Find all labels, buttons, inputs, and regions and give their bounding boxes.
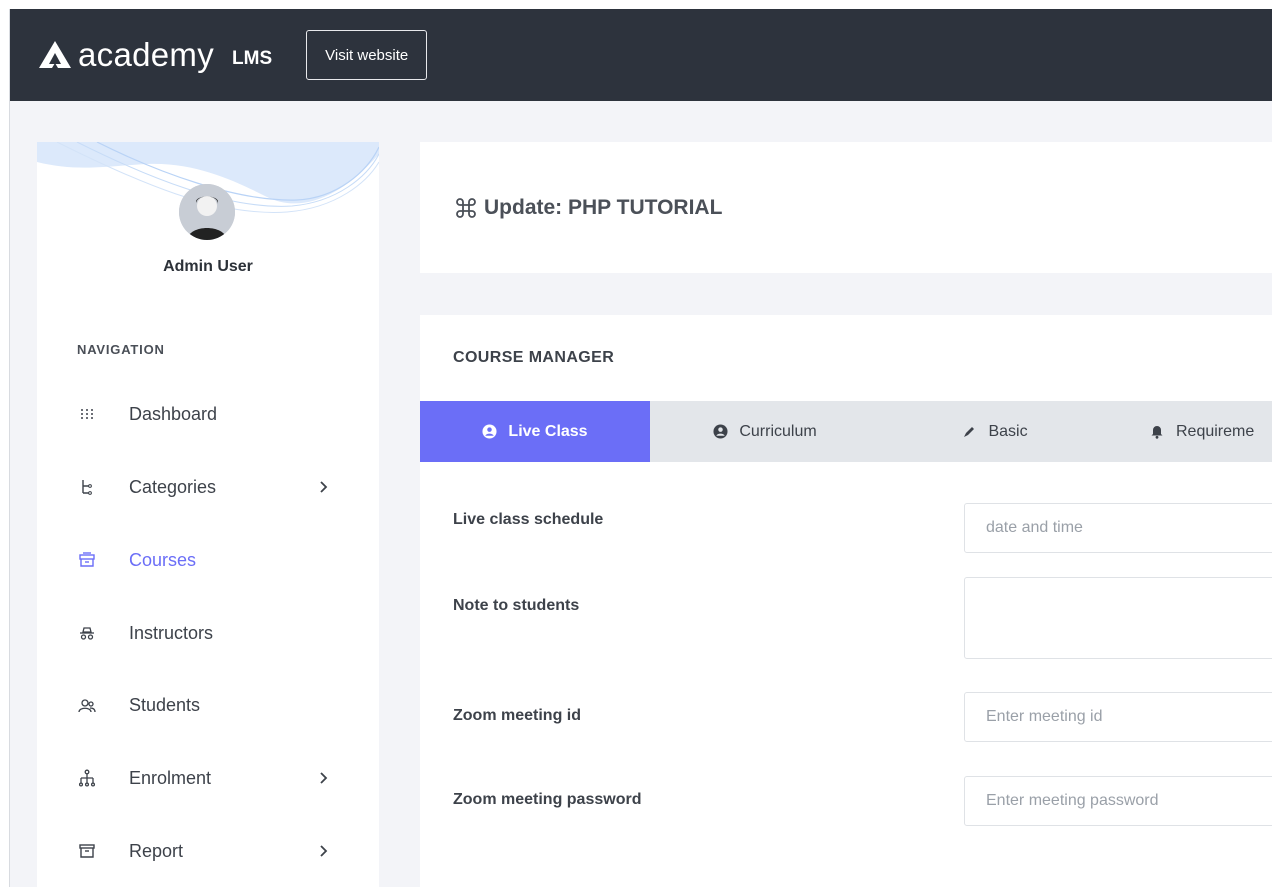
chevron-right-icon [320,845,328,857]
account-circle-icon [482,424,498,440]
tab-requirements[interactable]: Requireme [1110,401,1272,462]
sidebar-item-categories[interactable]: Categories [77,467,337,507]
top-bar: academy LMS Visit website [10,9,1272,101]
pen-icon [962,424,978,440]
sidebar-item-courses[interactable]: Courses [77,540,337,580]
tab-label: Live Class [508,422,588,440]
account-circle-icon [713,424,729,440]
archive-box-icon [77,550,97,570]
sidebar-item-instructors[interactable]: Instructors [77,613,337,653]
course-manager-title: COURSE MANAGER [453,349,615,366]
academy-logo-icon [39,41,71,68]
schedule-label: Live class schedule [453,511,604,528]
archive-icon [77,841,97,861]
logo-text: academy [78,36,215,73]
sidebar-item-label: Courses [129,549,197,570]
grid-dots-icon [77,404,97,424]
sidebar-item-label: Instructors [129,622,214,643]
bell-icon [1150,424,1166,440]
sidebar-item-report[interactable]: Report [77,831,337,871]
logo-suffix: LMS [232,48,273,69]
meeting-id-input[interactable] [964,692,1272,742]
tab-label: Curriculum [739,422,817,440]
course-manager-tabs: Live Class Curriculum Basic Requireme [420,401,1272,462]
note-textarea[interactable] [964,577,1272,659]
schedule-input[interactable] [964,503,1272,553]
chevron-right-icon [320,481,328,493]
sidebar-item-label: Students [129,694,201,715]
page-title: Update: PHP TUTORIAL [484,195,723,219]
user-name: Admin User [163,258,253,275]
hierarchy-icon [77,768,97,788]
sidebar-item-label: Enrolment [129,767,212,788]
sidebar-item-students[interactable]: Students [77,685,337,725]
note-label: Note to students [453,597,580,614]
meeting-password-input[interactable] [964,776,1272,826]
meeting-password-label: Zoom meeting password [453,791,642,808]
tab-label: Requireme [1176,422,1255,440]
tab-curriculum[interactable]: Curriculum [650,401,880,462]
sidebar-item-dashboard[interactable]: Dashboard [77,394,337,434]
avatar[interactable] [179,184,235,240]
tab-basic[interactable]: Basic [880,401,1110,462]
course-manager-card: COURSE MANAGER Live Class Curriculum Bas… [420,315,1272,887]
sidebar-item-enrolment[interactable]: Enrolment [77,758,337,798]
page-header-card: Update: PHP TUTORIAL [420,142,1272,273]
meeting-id-label: Zoom meeting id [453,707,581,724]
tab-live-class[interactable]: Live Class [420,401,650,462]
chevron-right-icon [320,772,328,784]
nav-section-title: NAVIGATION [77,342,165,357]
incognito-icon [77,623,97,643]
users-icon [77,695,97,715]
user-avatar-icon [179,184,235,240]
visit-website-button[interactable]: Visit website [306,30,428,80]
command-icon [456,197,476,218]
tab-label: Basic [988,422,1028,440]
sidebar-item-label: Dashboard [129,403,218,424]
tree-icon [77,477,97,497]
logo[interactable]: academy LMS [36,36,272,74]
sidebar-item-label: Categories [129,476,217,497]
app-window: academy LMS Visit website Admin User NAV… [9,9,1272,887]
sidebar-item-label: Report [129,840,184,861]
sidebar: Admin User NAVIGATION Dashboard Categori… [37,142,379,887]
